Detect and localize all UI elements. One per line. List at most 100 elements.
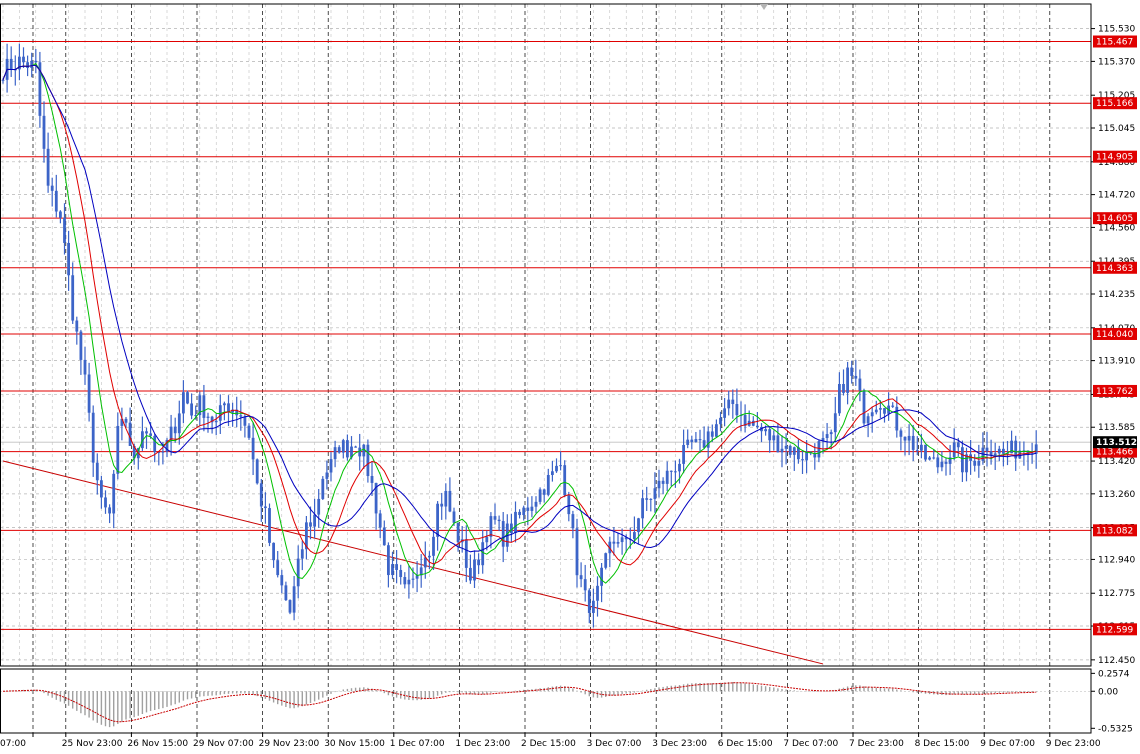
candle-body — [928, 457, 931, 460]
candle-body — [518, 511, 521, 516]
candle-body — [272, 542, 275, 561]
price-tick-label: 113.585 — [1098, 423, 1135, 433]
candle-body — [583, 579, 587, 591]
candle-body — [448, 490, 452, 512]
candle-body — [665, 470, 669, 484]
candle-body — [669, 470, 673, 472]
time-tick-label: 2 Dec 15:00 — [521, 739, 576, 749]
candle-body — [71, 275, 75, 321]
candle-body — [768, 429, 772, 441]
candle-body — [698, 439, 702, 441]
candle-body — [477, 559, 480, 566]
candle-body — [382, 527, 386, 546]
candle-body — [9, 58, 13, 70]
candle-body — [559, 465, 562, 467]
candle-body — [182, 392, 185, 414]
candle-body — [173, 426, 177, 434]
time-tick-label: 25 Nov 23:00 — [62, 739, 123, 749]
time-tick-label: 7 Dec 23:00 — [849, 739, 904, 749]
candle-body — [341, 440, 345, 453]
candle-body — [846, 367, 849, 393]
candle-body — [645, 498, 649, 500]
candle-body — [387, 545, 390, 576]
candle-body — [817, 441, 821, 458]
candle-body — [358, 447, 362, 457]
candle-body — [288, 600, 292, 613]
candle-body — [920, 444, 923, 451]
candle-body — [321, 478, 325, 499]
time-tick-label: 6 Dec 15:00 — [718, 739, 773, 749]
candle-body — [346, 440, 349, 458]
candle-body — [702, 440, 706, 448]
candle-body — [838, 384, 841, 414]
time-tick-label: 1 Dec 07:00 — [390, 739, 445, 749]
candle-body — [587, 590, 591, 613]
candle-body — [756, 425, 759, 427]
price-tick-label: 114.560 — [1098, 223, 1135, 233]
candle-body — [715, 424, 718, 437]
candle — [186, 390, 189, 405]
time-tick-label: 8 Dec 15:00 — [915, 739, 970, 749]
candle-body — [309, 522, 312, 527]
candle-body — [653, 488, 657, 499]
candle-body — [399, 569, 403, 578]
candle-body — [604, 553, 608, 568]
candle-body — [903, 436, 907, 441]
candle-body — [952, 442, 956, 458]
candle-body — [284, 585, 288, 601]
candle-body — [177, 413, 181, 434]
candle-body — [842, 384, 845, 393]
candle-body — [428, 555, 431, 558]
candle-body — [674, 471, 677, 473]
candle-body — [292, 586, 296, 613]
price-tick-label: 113.420 — [1098, 457, 1135, 467]
candle-body — [870, 412, 874, 417]
level-label: 115.467 — [1096, 38, 1133, 48]
candle-body — [526, 507, 530, 511]
candle-body — [354, 446, 357, 448]
candle-body — [879, 408, 882, 410]
candle-body — [522, 507, 526, 516]
candle-body — [67, 242, 70, 276]
candle-body — [464, 539, 468, 568]
candle-body — [637, 518, 640, 533]
candle-body — [567, 495, 571, 515]
candle-body — [296, 558, 300, 587]
candle-body — [801, 459, 804, 461]
candle-body — [42, 115, 46, 149]
candle-body — [440, 503, 444, 507]
candle — [604, 552, 608, 570]
candle-body — [63, 217, 66, 243]
candle-body — [678, 463, 681, 472]
candle-body — [317, 498, 321, 515]
price-chart[interactable]: 115.530115.370115.205115.045114.880114.7… — [0, 0, 1140, 754]
candle-body — [1002, 448, 1005, 454]
candle-body — [54, 190, 58, 212]
candle-body — [530, 506, 534, 511]
time-tick-label: 29 Nov 23:00 — [259, 739, 320, 749]
candle-body — [620, 537, 624, 543]
candle — [563, 460, 567, 498]
level-label: 114.040 — [1096, 330, 1133, 340]
candle-body — [616, 542, 620, 544]
candle-body — [538, 489, 542, 502]
price-tick-label: 112.940 — [1098, 555, 1135, 565]
candle-body — [276, 560, 280, 576]
candle-body — [95, 462, 99, 481]
level-label: 113.762 — [1096, 387, 1133, 397]
candle-body — [780, 448, 784, 453]
candle-body — [911, 435, 915, 450]
candle-body — [83, 359, 87, 375]
candle-body — [481, 542, 485, 566]
candle-body — [854, 375, 858, 379]
candle-body — [34, 60, 38, 63]
candle-body — [764, 429, 767, 432]
candle-body — [690, 439, 694, 442]
time-tick-label: 29 Nov 07:00 — [193, 739, 254, 749]
candle-body — [829, 432, 833, 435]
candle-body — [710, 431, 714, 437]
candle-body — [444, 490, 448, 507]
candle-body — [510, 523, 513, 534]
candle — [924, 444, 927, 462]
candle-body — [79, 331, 83, 360]
